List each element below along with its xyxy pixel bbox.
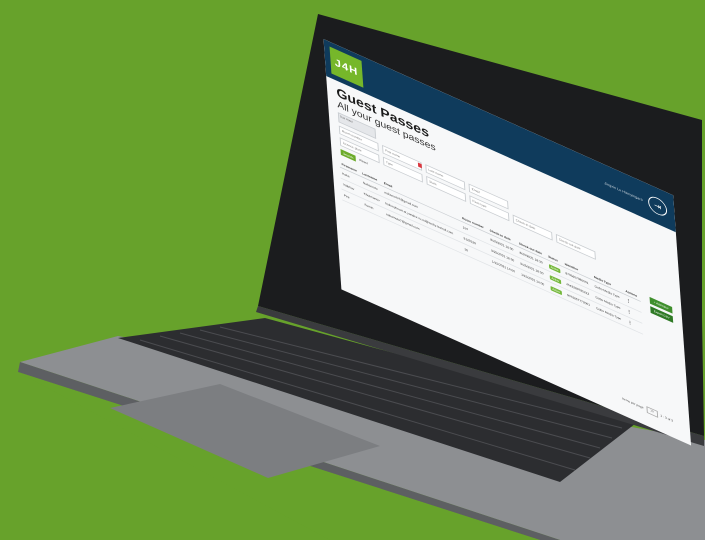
- page-range: 1 - 3 of 3: [660, 413, 674, 423]
- pagination: Items per page 10 1 - 3 of 3: [622, 395, 673, 424]
- items-per-page-select[interactable]: 10: [646, 405, 658, 418]
- brand-logo[interactable]: J4H: [329, 46, 364, 88]
- status-badge: Active: [550, 285, 562, 295]
- items-per-page-label: Items per page: [622, 396, 644, 410]
- logout-button[interactable]: ⇥: [647, 193, 668, 219]
- reset-button[interactable]: Reset: [359, 158, 368, 165]
- user-name: Jingxin Lu Hamyingara: [604, 180, 643, 202]
- scene: J4H Jingxin Lu Hamyingara ⇥ Guest Passes…: [0, 0, 705, 540]
- logout-icon: ⇥: [653, 199, 662, 212]
